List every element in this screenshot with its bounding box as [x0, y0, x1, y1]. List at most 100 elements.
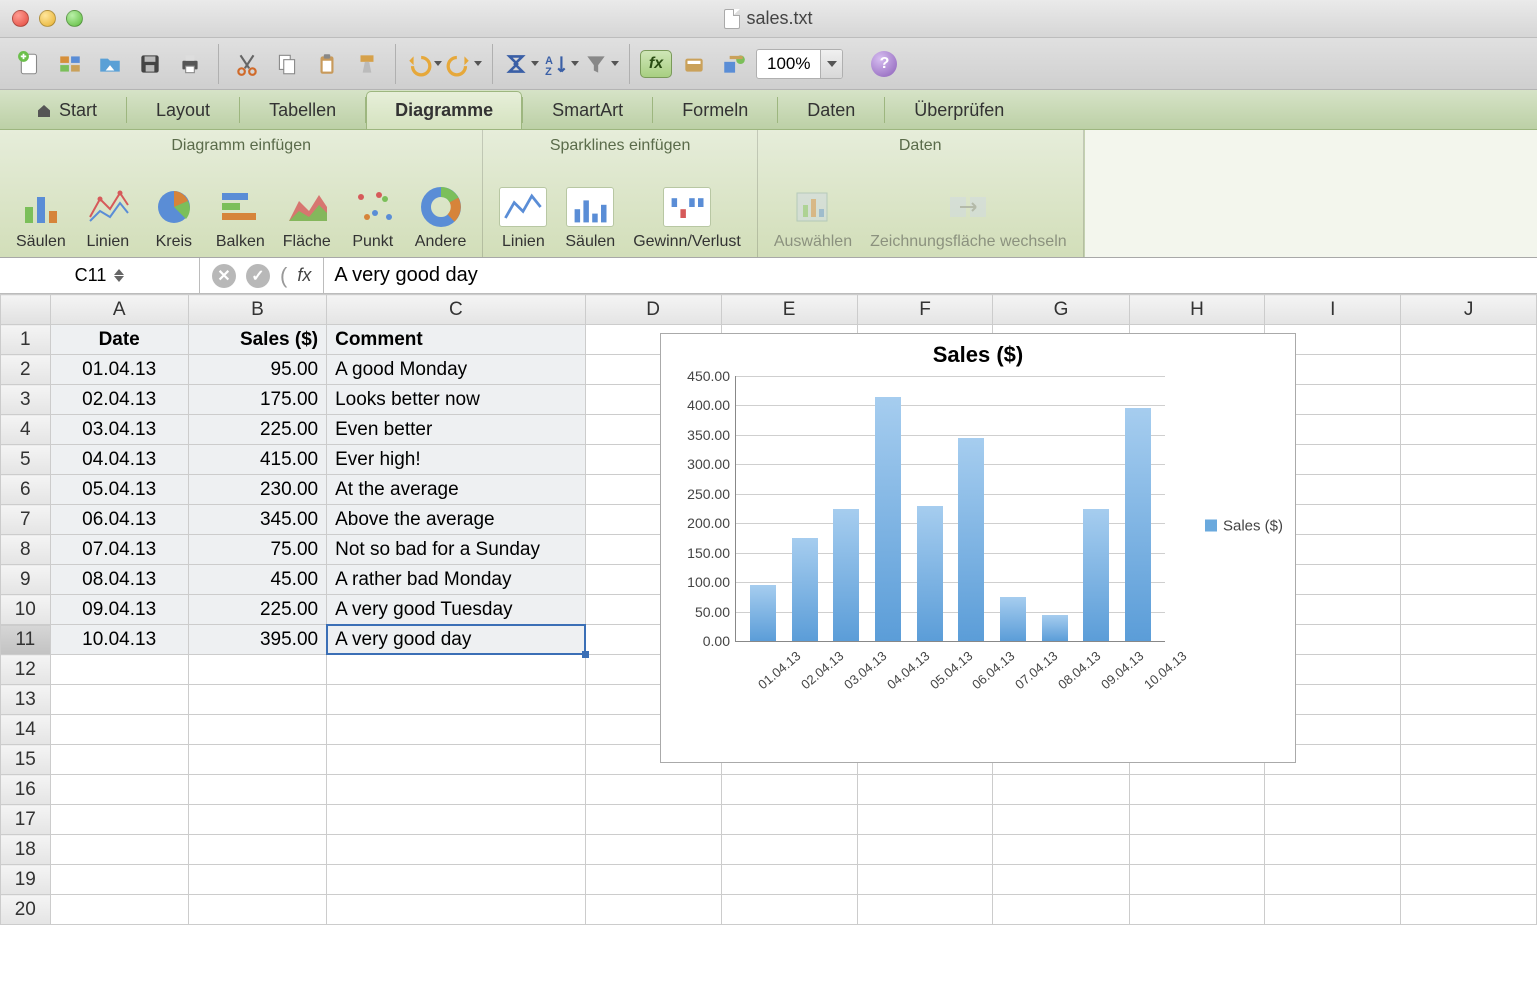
cell-A15[interactable] [50, 745, 188, 775]
cell-A3[interactable]: 02.04.13 [50, 385, 188, 415]
row-header-2[interactable]: 2 [1, 355, 51, 385]
tab-smartart[interactable]: SmartArt [523, 91, 652, 129]
cell-C18[interactable] [327, 835, 586, 865]
ribbon-punkt-button[interactable]: Punkt [349, 185, 397, 251]
tab-formeln[interactable]: Formeln [653, 91, 777, 129]
cell-D17[interactable] [585, 805, 721, 835]
cell-B14[interactable] [188, 715, 326, 745]
cell-B12[interactable] [188, 655, 326, 685]
cell-G17[interactable] [993, 805, 1129, 835]
cell-C11[interactable]: A very good day [327, 625, 586, 655]
cell-C13[interactable] [327, 685, 586, 715]
ribbon-saulen-button[interactable]: Säulen [16, 185, 66, 251]
cell-J15[interactable] [1401, 745, 1537, 775]
cell-B8[interactable]: 75.00 [188, 535, 326, 565]
cell-E17[interactable] [721, 805, 857, 835]
cell-A7[interactable]: 06.04.13 [50, 505, 188, 535]
sort-button[interactable]: AZ [543, 46, 579, 82]
row-header-3[interactable]: 3 [1, 385, 51, 415]
cell-H20[interactable] [1129, 895, 1265, 925]
cell-C15[interactable] [327, 745, 586, 775]
cell-C14[interactable] [327, 715, 586, 745]
cell-B4[interactable]: 225.00 [188, 415, 326, 445]
col-header-E[interactable]: E [721, 295, 857, 325]
cell-B9[interactable]: 45.00 [188, 565, 326, 595]
cell-B3[interactable]: 175.00 [188, 385, 326, 415]
cell-F18[interactable] [857, 835, 993, 865]
cell-A18[interactable] [50, 835, 188, 865]
cell-D19[interactable] [585, 865, 721, 895]
cell-J19[interactable] [1401, 865, 1537, 895]
cell-C9[interactable]: A rather bad Monday [327, 565, 586, 595]
cell-H16[interactable] [1129, 775, 1265, 805]
cell-J17[interactable] [1401, 805, 1537, 835]
confirm-edit-button[interactable]: ✓ [246, 264, 270, 288]
row-header-15[interactable]: 15 [1, 745, 51, 775]
cell-B10[interactable]: 225.00 [188, 595, 326, 625]
row-header-14[interactable]: 14 [1, 715, 51, 745]
cell-C19[interactable] [327, 865, 586, 895]
col-header-F[interactable]: F [857, 295, 993, 325]
cell-J13[interactable] [1401, 685, 1537, 715]
cell-B19[interactable] [188, 865, 326, 895]
tab-layout[interactable]: Layout [127, 91, 239, 129]
cell-F17[interactable] [857, 805, 993, 835]
tab-diagramme[interactable]: Diagramme [366, 91, 522, 129]
cell-J10[interactable] [1401, 595, 1537, 625]
cell-C16[interactable] [327, 775, 586, 805]
ribbon-linien-button[interactable]: Linien [84, 185, 132, 251]
cell-B13[interactable] [188, 685, 326, 715]
cell-F16[interactable] [857, 775, 993, 805]
cell-J8[interactable] [1401, 535, 1537, 565]
row-header-16[interactable]: 16 [1, 775, 51, 805]
cell-A13[interactable] [50, 685, 188, 715]
cell-J5[interactable] [1401, 445, 1537, 475]
row-header-10[interactable]: 10 [1, 595, 51, 625]
row-header-9[interactable]: 9 [1, 565, 51, 595]
cell-I17[interactable] [1265, 805, 1401, 835]
ribbon-andere-button[interactable]: Andere [415, 185, 467, 251]
cell-A17[interactable] [50, 805, 188, 835]
cell-B17[interactable] [188, 805, 326, 835]
cell-D16[interactable] [585, 775, 721, 805]
cell-J11[interactable] [1401, 625, 1537, 655]
col-header-H[interactable]: H [1129, 295, 1265, 325]
cell-J4[interactable] [1401, 415, 1537, 445]
row-header-4[interactable]: 4 [1, 415, 51, 445]
cell-E18[interactable] [721, 835, 857, 865]
filter-button[interactable] [583, 46, 619, 82]
name-box-stepper[interactable] [114, 269, 124, 282]
cell-I19[interactable] [1265, 865, 1401, 895]
cell-J16[interactable] [1401, 775, 1537, 805]
cell-I20[interactable] [1265, 895, 1401, 925]
cell-C7[interactable]: Above the average [327, 505, 586, 535]
ribbon-spark-saulen-button[interactable]: Säulen [565, 185, 615, 251]
cell-A1[interactable]: Date [50, 325, 188, 355]
minimize-window-button[interactable] [39, 10, 56, 27]
tab-tabellen[interactable]: Tabellen [240, 91, 365, 129]
cell-B15[interactable] [188, 745, 326, 775]
cell-C3[interactable]: Looks better now [327, 385, 586, 415]
toolbox-button[interactable] [676, 46, 712, 82]
cell-J18[interactable] [1401, 835, 1537, 865]
cell-H18[interactable] [1129, 835, 1265, 865]
template-gallery-button[interactable] [52, 46, 88, 82]
row-header-7[interactable]: 7 [1, 505, 51, 535]
cell-D18[interactable] [585, 835, 721, 865]
cell-A5[interactable]: 04.04.13 [50, 445, 188, 475]
cell-A2[interactable]: 01.04.13 [50, 355, 188, 385]
cell-I16[interactable] [1265, 775, 1401, 805]
cell-C5[interactable]: Ever high! [327, 445, 586, 475]
cell-G16[interactable] [993, 775, 1129, 805]
redo-button[interactable] [446, 46, 482, 82]
row-header-6[interactable]: 6 [1, 475, 51, 505]
cell-B16[interactable] [188, 775, 326, 805]
cell-C12[interactable] [327, 655, 586, 685]
col-header-I[interactable]: I [1265, 295, 1401, 325]
ribbon-spark-gewinn-button[interactable]: Gewinn/Verlust [633, 185, 741, 251]
cell-E19[interactable] [721, 865, 857, 895]
cancel-edit-button[interactable]: ✕ [212, 264, 236, 288]
cell-A4[interactable]: 03.04.13 [50, 415, 188, 445]
cell-J9[interactable] [1401, 565, 1537, 595]
copy-button[interactable] [269, 46, 305, 82]
